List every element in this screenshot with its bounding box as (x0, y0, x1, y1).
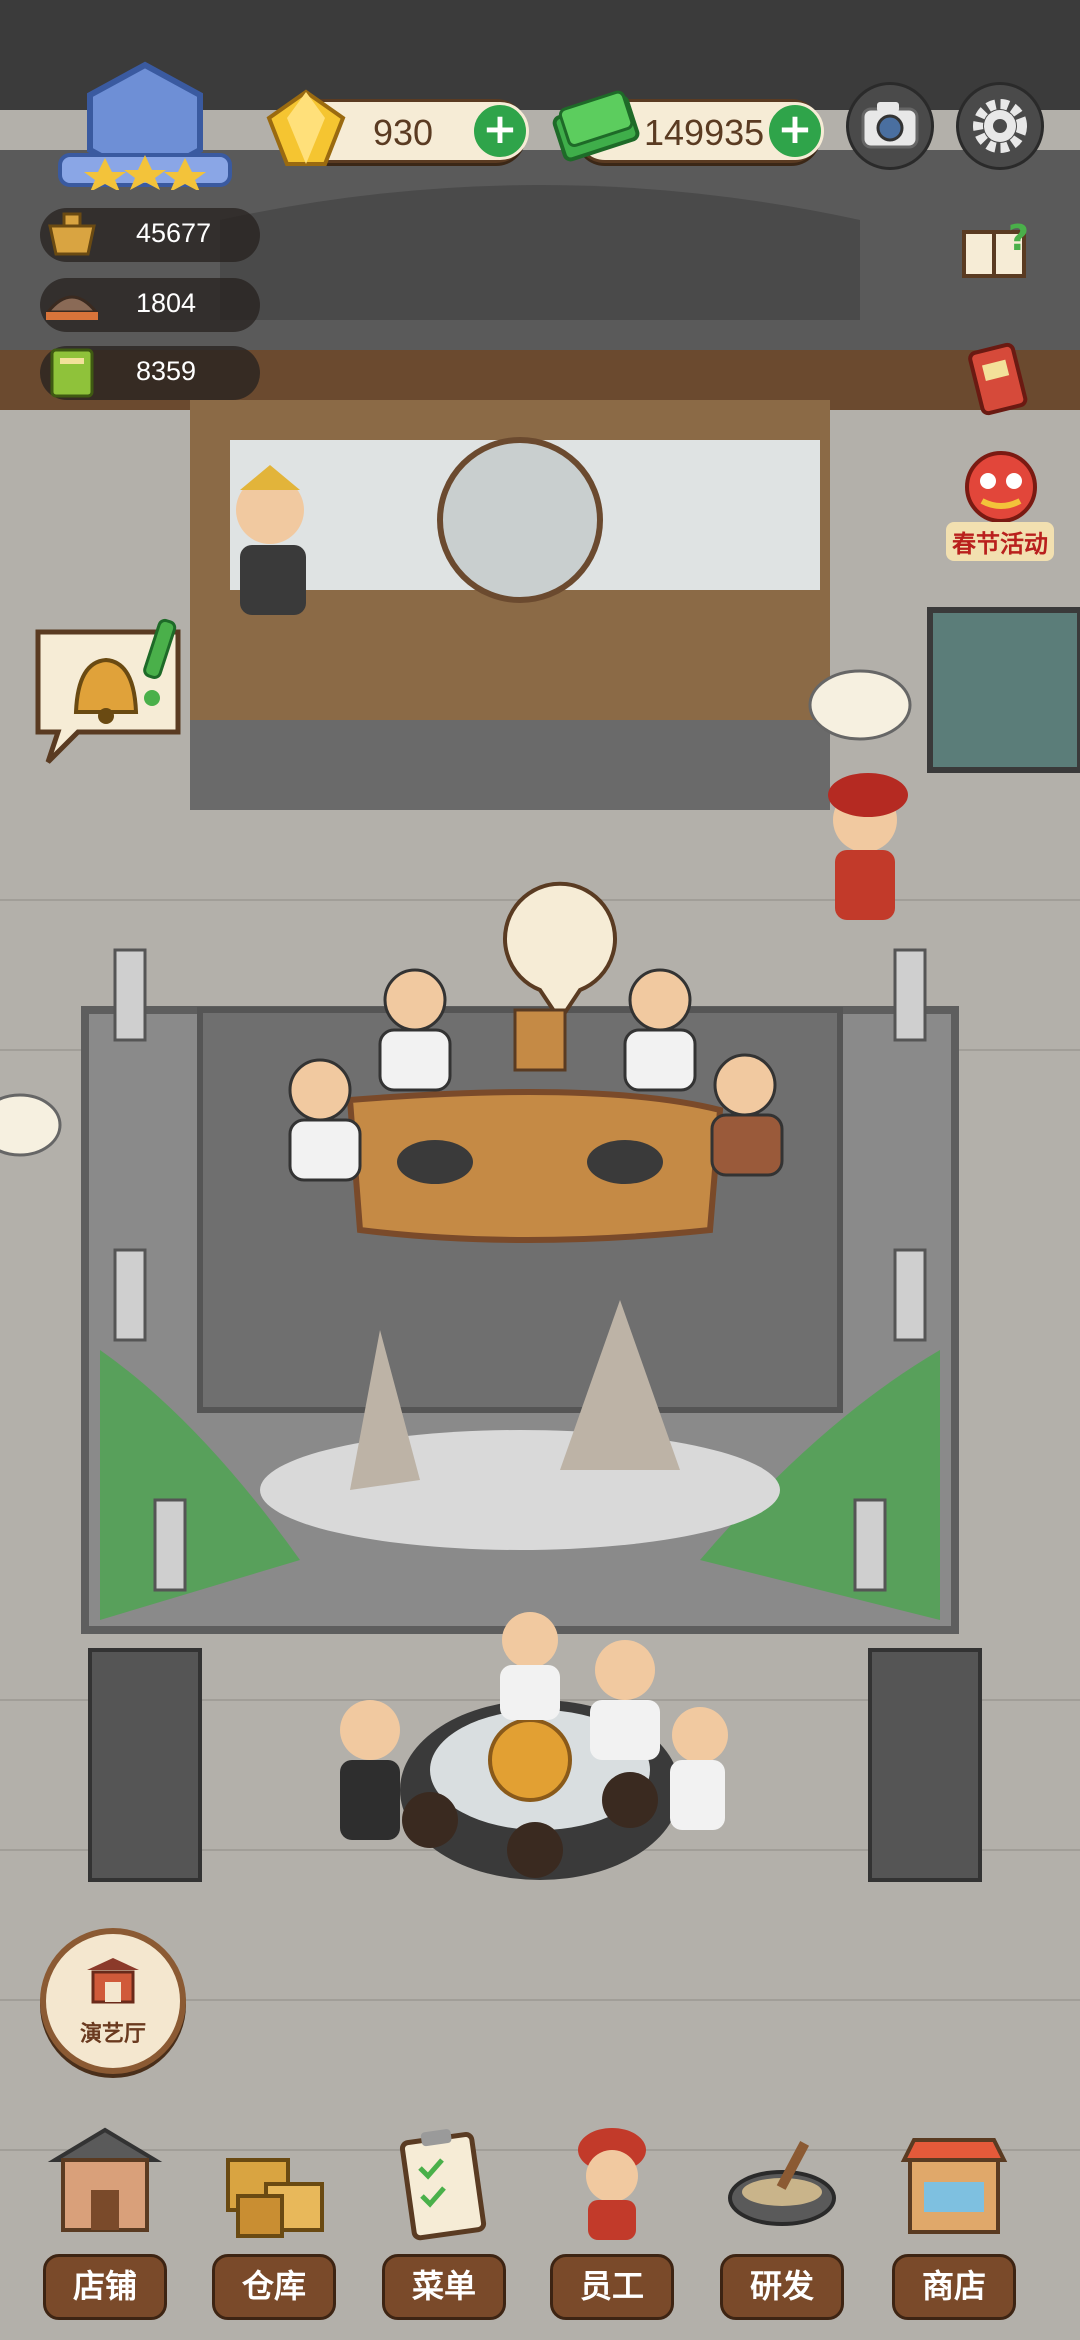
nav-warehouse[interactable]: 仓库 (204, 2120, 344, 2320)
add-gems-button[interactable]: + (471, 102, 529, 160)
cash-counter: 149935 + (552, 90, 824, 163)
stat-food-tray: 1804 (40, 278, 260, 332)
nav-store[interactable]: 商店 (884, 2120, 1024, 2320)
svg-text:?: ? (1008, 218, 1029, 259)
red-book-icon (968, 342, 1028, 416)
pot-icon (48, 212, 96, 256)
level-badge-icon (58, 61, 232, 192)
bell-icon (35, 618, 181, 764)
nav-shop-building-label: 店铺 (43, 2254, 167, 2320)
recipe-book-icon (50, 348, 94, 398)
menu-clipboard-icon (399, 2129, 487, 2241)
journal-button[interactable] (962, 340, 1034, 420)
gem-count: 930 (373, 112, 434, 153)
food-tray-icon (44, 295, 100, 320)
add-cash-button[interactable]: + (766, 102, 824, 160)
player-level-badge[interactable] (50, 60, 240, 192)
nav-research[interactable]: 研发 (712, 2120, 852, 2320)
warehouse-boxes-icon (226, 2158, 324, 2238)
nav-menu-label: 菜单 (382, 2254, 506, 2320)
staff-chef-icon (578, 2128, 646, 2240)
cash-count: 149935 (644, 112, 765, 153)
camera-icon (861, 102, 919, 149)
stat-pot: 45677 (40, 208, 260, 262)
theater-stage-icon (87, 1958, 139, 2004)
performance-hall-label: 演艺厅 (79, 2022, 146, 2047)
store-stall-icon (900, 2138, 1008, 2234)
stat-recipe-book-value: 8359 (136, 356, 197, 386)
performance-hall-button[interactable]: 演艺厅 (40, 1928, 186, 2074)
stat-food-tray-value: 1804 (136, 288, 197, 318)
help-book-button[interactable]: ? (956, 210, 1036, 290)
gem-counter: 930 + (266, 89, 529, 166)
gear-icon (973, 99, 1027, 153)
nav-research-label: 研发 (720, 2254, 844, 2320)
nav-staff[interactable]: 员工 (542, 2120, 682, 2320)
shop-building-icon (47, 2127, 163, 2232)
nav-warehouse-label: 仓库 (212, 2254, 336, 2320)
help-book-icon: ? (962, 218, 1029, 278)
notification-bell-button[interactable] (28, 612, 188, 772)
cash-stack-icon (552, 90, 640, 162)
nav-menu[interactable]: 菜单 (374, 2120, 514, 2320)
stat-pot-value: 45677 (136, 218, 212, 248)
stat-recipe-book: 8359 (40, 346, 260, 400)
camera-button[interactable] (846, 82, 934, 170)
gem-icon (266, 89, 346, 166)
spring-festival-event-label: 春节活动 (946, 522, 1054, 561)
nav-shop-building[interactable]: 店铺 (35, 2120, 175, 2320)
settings-button[interactable] (956, 82, 1044, 170)
research-wok-icon (728, 2141, 836, 2226)
nav-staff-label: 员工 (550, 2254, 674, 2320)
nav-store-label: 商店 (892, 2254, 1016, 2320)
lion-dance-icon (965, 451, 1037, 523)
